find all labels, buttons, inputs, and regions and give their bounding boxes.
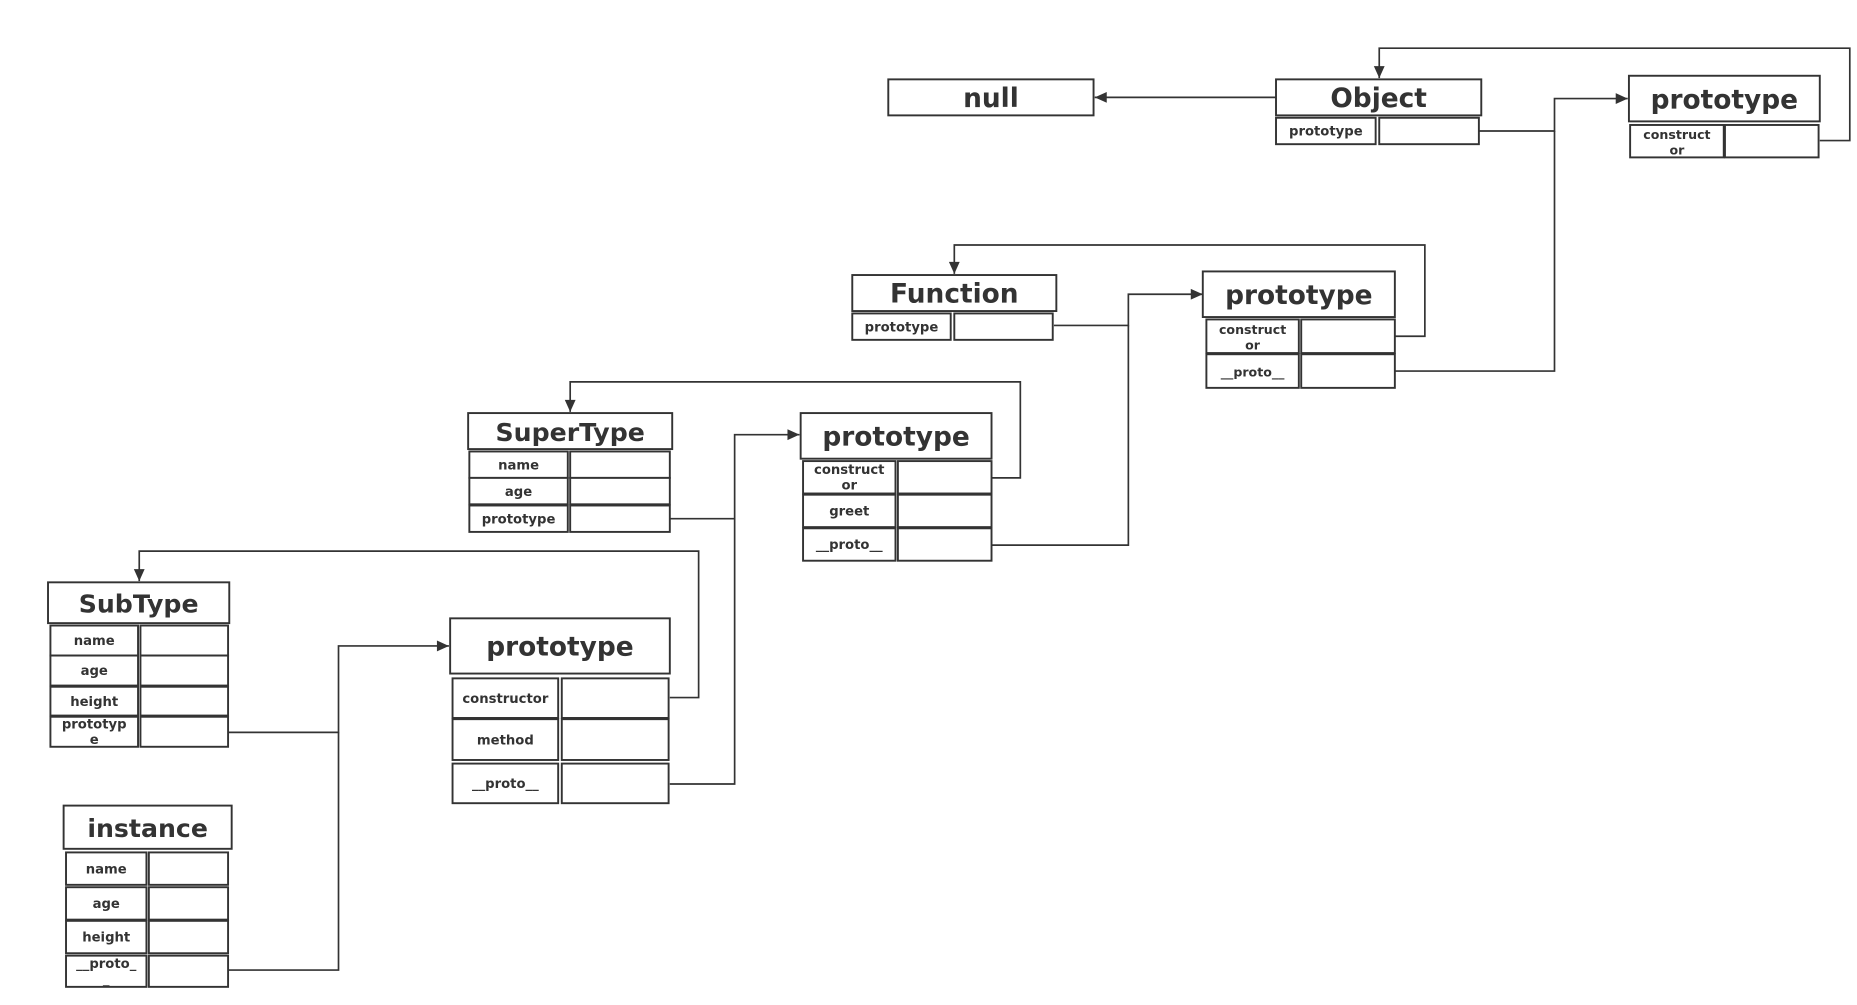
node-object-prototype: prototypeconstruct or <box>1627 74 1821 159</box>
edge-line <box>1394 130 1556 372</box>
node-title: SubType <box>79 589 199 618</box>
edge-line <box>228 645 449 734</box>
edge-line <box>228 732 340 971</box>
field-label: __proto__ <box>1221 365 1285 381</box>
edge-line <box>1478 97 1628 132</box>
edge-line <box>669 518 736 785</box>
edge-object-proto--to-null <box>1094 91 1277 103</box>
node-function-prototype: prototypeconstruct or__proto__ <box>1201 270 1396 389</box>
node-null: null <box>887 78 1095 117</box>
field-value-cell <box>1723 124 1820 159</box>
field-value-cell <box>1300 353 1396 389</box>
field-label: height <box>70 695 118 710</box>
field-value-cell <box>569 450 671 479</box>
node-subtype: SubTypenameageheightprototyp e <box>47 581 231 748</box>
edge-line <box>669 433 800 520</box>
node-title: prototype <box>486 632 633 663</box>
arrow-head-icon <box>1373 66 1385 79</box>
arrow-head-icon <box>1094 91 1107 103</box>
field-value-cell <box>953 312 1054 341</box>
field-value-cell <box>147 851 230 886</box>
node-title: prototype <box>1651 84 1798 115</box>
field-value-cell <box>1378 116 1480 146</box>
node-supertype: SuperType name age prototype <box>467 412 674 533</box>
field-label: __proto__ <box>472 777 539 792</box>
edge-instance-proto--to-subtype-prototype <box>228 732 340 971</box>
edge-function-prototype-to-function-prototype <box>1053 288 1203 327</box>
edge-function-prototype-proto--to-object-prototype <box>1394 130 1556 372</box>
field-label: constructor <box>462 692 548 707</box>
field-value-cell <box>560 718 670 761</box>
field-value-cell <box>139 624 230 657</box>
arrow-head-icon <box>133 569 145 582</box>
field-label: __proto__ <box>816 538 883 553</box>
node-function: Function prototype <box>851 274 1058 341</box>
edge-supertype-prototype-to-supertype-prototype <box>669 429 800 520</box>
node-subtype-prototype: prototype constructor method __proto__ <box>449 617 671 805</box>
node-title: Function <box>890 279 1019 310</box>
field-value-cell <box>896 460 993 495</box>
arrow-head-icon <box>787 429 800 441</box>
field-value-cell <box>139 715 230 748</box>
field-label: method <box>477 733 534 748</box>
field-value-cell <box>1300 318 1396 355</box>
arrow-head-icon <box>564 399 576 412</box>
node-object: Object prototype <box>1275 78 1483 146</box>
field-label: age <box>81 664 108 679</box>
node-title: null <box>963 83 1019 114</box>
field-label: greet <box>829 505 869 520</box>
field-value-cell <box>569 476 671 506</box>
node-title: SuperType <box>496 418 645 447</box>
field-value-cell <box>896 493 993 529</box>
field-label: age <box>93 897 120 912</box>
field-value-cell <box>139 654 230 687</box>
node-title: prototype <box>1225 280 1372 311</box>
field-label: prototype <box>482 512 556 527</box>
edge-line <box>1053 293 1203 327</box>
node-title: Object <box>1330 83 1427 114</box>
arrow-head-icon <box>1190 288 1203 300</box>
node-title: instance <box>87 814 208 843</box>
field-label: height <box>82 931 130 946</box>
field-value-cell <box>560 762 670 805</box>
field-value-cell <box>147 886 230 921</box>
edge-subtype-prototype-proto--to-supertype-prototype <box>669 518 736 785</box>
arrow-head-icon <box>436 640 449 652</box>
edge-subtype-prototype-to-subtype-prototype <box>228 640 449 734</box>
field-label: prototype <box>1289 125 1363 140</box>
field-value-cell <box>147 919 230 955</box>
field-label: prototype <box>865 320 939 335</box>
field-value-cell <box>896 527 993 562</box>
field-value-cell <box>147 954 230 988</box>
field-label: name <box>498 458 539 473</box>
node-instance: instancenameageheight__proto_ _ <box>62 804 233 988</box>
arrow-head-icon <box>948 261 960 274</box>
field-label: name <box>74 634 115 649</box>
field-label: name <box>86 862 127 877</box>
edge-supertype-prototype-proto--to-function-prototype <box>991 325 1130 546</box>
field-value-cell <box>139 685 230 717</box>
field-value-cell <box>560 677 670 719</box>
edge-line <box>991 325 1130 546</box>
edge-object-prototype-to-object-prototype <box>1478 93 1628 132</box>
arrow-head-icon <box>1615 93 1628 104</box>
prototype-chain-diagram: null Objectprototypeprototypeconstruct orF… <box>47 47 1851 988</box>
field-value-cell <box>569 504 671 533</box>
node-title: prototype <box>822 422 969 453</box>
field-label: age <box>505 485 532 500</box>
node-supertype-prototype: prototypeconstruct orgreet__proto__ <box>799 412 993 562</box>
